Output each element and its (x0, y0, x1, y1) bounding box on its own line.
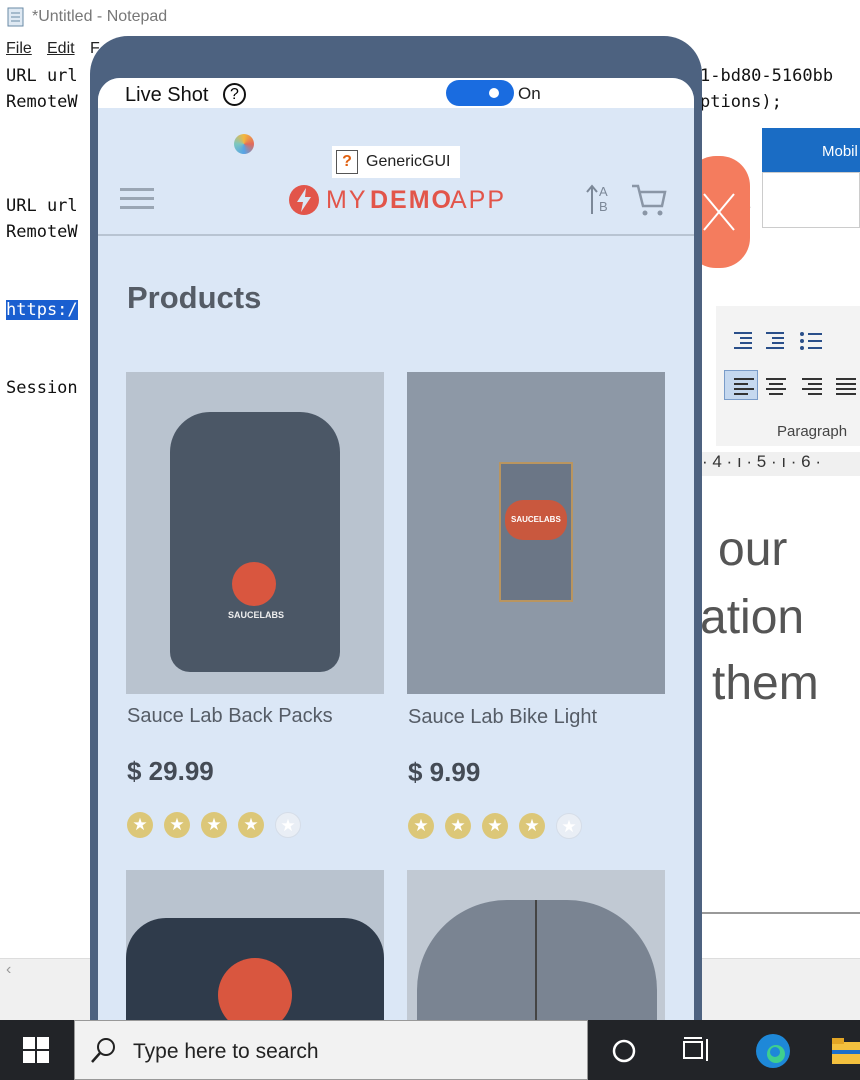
toggle-state-label: On (518, 84, 541, 103)
toggle-knob (489, 88, 499, 98)
start-button[interactable] (0, 1020, 72, 1080)
text-line: URL url (6, 196, 78, 216)
product-image-bike-light[interactable]: SAUCELABS (407, 372, 665, 694)
edge-browser-icon[interactable] (754, 1032, 792, 1070)
product-rating[interactable]: ★ ★ ★ ★ ★ (408, 813, 588, 841)
text-line: RemoteW (6, 222, 78, 242)
windows-logo-icon (23, 1037, 49, 1063)
file-explorer-icon[interactable] (830, 1034, 860, 1070)
image-brand-text: SAUCELABS (511, 515, 561, 524)
notepad-title-bar: *Untitled - Notepad (0, 0, 860, 36)
document-text: them (712, 657, 819, 710)
hamburger-menu-icon[interactable] (118, 186, 158, 212)
taskbar: Type here to search (0, 1020, 860, 1080)
sauce-logo-icon (232, 562, 276, 606)
product-price: $ 9.99 (408, 757, 481, 787)
text-line-end: 1-bd80-5160bb (700, 66, 834, 86)
cortana-icon[interactable] (610, 1037, 638, 1065)
taskbar-search-box[interactable]: Type here to search (74, 1020, 588, 1080)
search-icon (91, 1038, 115, 1063)
product-title[interactable]: Sauce Lab Bike Light (408, 706, 597, 729)
sort-letters: A B (599, 184, 608, 214)
search-placeholder: Type here to search (133, 1040, 319, 1063)
scroll-left-icon[interactable]: ‹ (6, 961, 11, 979)
star-empty-icon[interactable]: ★ (556, 813, 582, 839)
app-logo: MY DEMO APP (286, 182, 516, 218)
text-line: RemoteW (6, 92, 78, 112)
help-icon[interactable]: ? (223, 83, 246, 106)
logo-text-my: MY (326, 186, 368, 214)
menu-file[interactable]: File (6, 40, 32, 58)
app-spinner-icon (234, 134, 254, 154)
paragraph-label: Paragraph (777, 423, 848, 440)
page-title: Products (127, 280, 262, 315)
star-filled-icon[interactable]: ★ (164, 812, 190, 838)
star-filled-icon[interactable]: ★ (445, 813, 471, 839)
sauce-logo-icon (289, 185, 319, 215)
star-empty-icon[interactable]: ★ (275, 812, 301, 838)
device-screen[interactable]: Live Shot ? On ? GenericGUI MY DEMO APP … (98, 78, 694, 1080)
product-title[interactable]: Sauce Lab Back Packs (127, 705, 333, 728)
cart-icon[interactable] (630, 182, 668, 218)
generic-gui-icon: ? (336, 150, 358, 174)
text-line-end: ptions); (700, 92, 782, 112)
generic-gui-label-box: ? GenericGUI (332, 146, 460, 178)
live-shot-label: Live Shot (125, 84, 209, 106)
header-divider (98, 234, 694, 236)
align-icons[interactable] (730, 376, 860, 396)
close-icon (703, 193, 735, 231)
text-line: Session (6, 378, 78, 398)
window-title: *Untitled - Notepad (32, 8, 168, 25)
ruler: · 4 · ı · 5 · ı · 6 · (702, 452, 860, 476)
paragraph-group: Paragraph (716, 306, 860, 446)
task-view-icon[interactable] (682, 1037, 712, 1063)
ribbon-tab-mobile[interactable]: Mobil (762, 128, 860, 172)
star-filled-icon[interactable]: ★ (482, 813, 508, 839)
sort-button[interactable]: A B (584, 182, 616, 218)
live-shot-bar: Live Shot ? On (98, 78, 694, 108)
product-price: $ 29.99 (127, 756, 214, 786)
star-filled-icon[interactable]: ★ (238, 812, 264, 838)
notepad-icon (7, 7, 24, 27)
divider (702, 912, 860, 914)
image-brand-text: SAUCELABS (228, 610, 285, 620)
star-filled-icon[interactable]: ★ (127, 812, 153, 838)
logo-text-app: APP (450, 186, 507, 214)
document-text: ation (700, 591, 805, 644)
star-filled-icon[interactable]: ★ (519, 813, 545, 839)
indent-icons[interactable] (730, 328, 860, 354)
backpack-shape (170, 412, 340, 672)
selected-text-line: https:/ (6, 300, 78, 320)
jacket-zipper (535, 900, 537, 1020)
menu-edit[interactable]: Edit (47, 40, 75, 58)
product-image-backpack[interactable]: SAUCELABS (126, 372, 384, 694)
logo-text-demo: DEMO (370, 186, 453, 214)
live-shot-toggle[interactable] (446, 80, 514, 106)
generic-gui-label: GenericGUI (366, 153, 451, 170)
ribbon-panel (762, 172, 860, 228)
document-text: our (718, 523, 788, 576)
star-filled-icon[interactable]: ★ (408, 813, 434, 839)
product-rating[interactable]: ★ ★ ★ ★ ★ (127, 812, 307, 840)
text-line: URL url (6, 66, 78, 86)
star-filled-icon[interactable]: ★ (201, 812, 227, 838)
